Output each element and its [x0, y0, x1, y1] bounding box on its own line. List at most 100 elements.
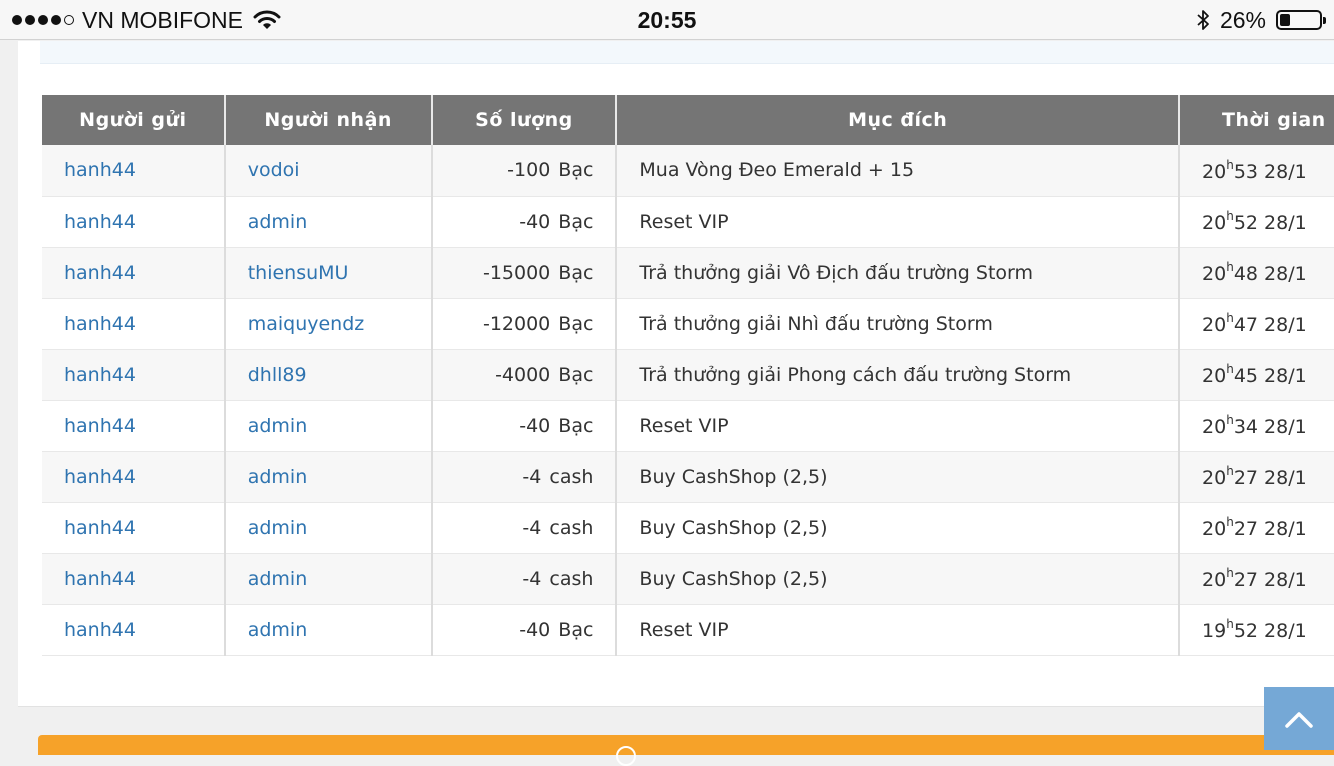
receiver-link[interactable]: admin [224, 553, 433, 605]
purpose-cell: Trả thưởng giải Phong cách đấu trường St… [616, 349, 1181, 401]
table-body: hanh44 vodoi -100 Bạc Mua Vòng Đeo Emeral… [42, 145, 1334, 656]
time-cell: 20h27 28/1 [1179, 502, 1334, 554]
purpose-cell: Mua Vòng Đeo Emerald + 15 [616, 145, 1181, 197]
amount-cell: -100 Bạc [431, 145, 618, 197]
time-cell: 20h45 28/1 [1179, 349, 1334, 401]
amount-unit: Bạc [558, 618, 594, 641]
column-header-receiver[interactable]: Người nhận [224, 95, 433, 145]
amount-cell: -40 Bạc [431, 400, 618, 452]
bluetooth-icon [1197, 10, 1209, 30]
receiver-link[interactable]: maiquyendz [224, 298, 433, 350]
purpose-cell: Reset VIP [616, 400, 1181, 452]
receiver-link[interactable]: admin [224, 604, 433, 656]
chevron-up-icon [1285, 711, 1313, 728]
info-strip [40, 41, 1334, 64]
amount-value: -12000 [482, 312, 551, 335]
purpose-cell: Buy CashShop (2,5) [616, 553, 1181, 605]
amount-unit: cash [549, 465, 594, 488]
sender-link[interactable]: hanh44 [42, 196, 226, 248]
status-right: 26% [1196, 0, 1326, 40]
circle-icon [616, 746, 636, 766]
purpose-cell: Buy CashShop (2,5) [616, 502, 1181, 554]
receiver-link[interactable]: admin [224, 502, 433, 554]
amount-unit: cash [549, 567, 594, 590]
purpose-cell: Reset VIP [616, 604, 1181, 656]
amount-cell: -4 cash [431, 451, 618, 503]
purpose-cell: Reset VIP [616, 196, 1181, 248]
amount-unit: Bạc [558, 363, 594, 386]
table-row: hanh44 admin -40 Bạc Reset VIP 20h52 28/1 [42, 196, 1334, 248]
receiver-link[interactable]: admin [224, 400, 433, 452]
time-cell: 20h53 28/1 [1179, 145, 1334, 197]
column-header-amount[interactable]: Số lượng [431, 95, 618, 145]
amount-unit: cash [549, 516, 594, 539]
amount-cell: -12000 Bạc [431, 298, 618, 350]
amount-cell: -4 cash [431, 502, 618, 554]
amount-unit: Bạc [558, 414, 594, 437]
sender-link[interactable]: hanh44 [42, 298, 226, 350]
amount-value: -4000 [495, 363, 551, 386]
time-cell: 19h52 28/1 [1179, 604, 1334, 656]
sender-link[interactable]: hanh44 [42, 502, 226, 554]
table-row: hanh44 admin -4 cash Buy CashShop (2,5) 2… [42, 502, 1334, 554]
amount-value: -4 [522, 465, 542, 488]
amount-cell: -40 Bạc [431, 604, 618, 656]
amount-unit: Bạc [558, 159, 594, 182]
status-time: 20:55 [637, 7, 697, 33]
amount-value: -40 [519, 414, 551, 437]
amount-value: -40 [519, 210, 551, 233]
sender-link[interactable]: hanh44 [42, 553, 226, 605]
amount-value: -4 [522, 567, 542, 590]
table-row: hanh44 admin -4 cash Buy CashShop (2,5) 2… [42, 553, 1334, 605]
table-row: hanh44 dhll89 -4000 Bạc Trả thưởng giải P… [42, 349, 1334, 401]
amount-value: -15000 [482, 261, 551, 284]
receiver-link[interactable]: dhll89 [224, 349, 433, 401]
amount-unit: Bạc [558, 210, 594, 233]
amount-value: -4 [522, 516, 542, 539]
purpose-cell: Trả thưởng giải Nhì đấu trường Storm [616, 298, 1181, 350]
sender-link[interactable]: hanh44 [42, 451, 226, 503]
purpose-cell: Buy CashShop (2,5) [616, 451, 1181, 503]
amount-cell: -40 Bạc [431, 196, 618, 248]
sender-link[interactable]: hanh44 [42, 400, 226, 452]
transaction-history-table: Người gửi Người nhận Số lượng Mục đích T… [42, 95, 1334, 656]
amount-cell: -4000 Bạc [431, 349, 618, 401]
purpose-cell: Trả thưởng giải Vô Địch đấu trường Storm [616, 247, 1181, 299]
table-row: hanh44 thiensuMU -15000 Bạc Trả thưởng gi… [42, 247, 1334, 299]
receiver-link[interactable]: admin [224, 196, 433, 248]
time-cell: 20h34 28/1 [1179, 400, 1334, 452]
sender-link[interactable]: hanh44 [42, 604, 226, 656]
scroll-to-top-button[interactable] [1264, 687, 1334, 750]
amount-value: -100 [507, 159, 551, 182]
time-cell: 20h27 28/1 [1179, 553, 1334, 605]
receiver-link[interactable]: vodoi [224, 145, 433, 197]
table-row: hanh44 admin -40 Bạc Reset VIP 19h52 28/1 [42, 604, 1334, 656]
sender-link[interactable]: hanh44 [42, 247, 226, 299]
table-row: hanh44 admin -40 Bạc Reset VIP 20h34 28/1 [42, 400, 1334, 452]
amount-cell: -15000 Bạc [431, 247, 618, 299]
sender-link[interactable]: hanh44 [42, 145, 226, 197]
column-header-time[interactable]: Thời gian [1179, 95, 1334, 145]
receiver-link[interactable]: thiensuMU [224, 247, 433, 299]
time-cell: 20h52 28/1 [1179, 196, 1334, 248]
amount-cell: -4 cash [431, 553, 618, 605]
battery-fill [1280, 14, 1290, 26]
table-header-row: Người gửi Người nhận Số lượng Mục đích T… [42, 95, 1334, 145]
amount-unit: Bạc [558, 312, 594, 335]
amount-value: -40 [519, 618, 551, 641]
time-cell: 20h48 28/1 [1179, 247, 1334, 299]
battery-icon [1276, 10, 1326, 30]
column-header-purpose[interactable]: Mục đích [616, 95, 1181, 145]
battery-percent: 26% [1219, 6, 1266, 33]
table-row: hanh44 admin -4 cash Buy CashShop (2,5) 2… [42, 451, 1334, 503]
column-header-sender[interactable]: Người gửi [42, 95, 226, 145]
bottom-action-bar[interactable] [38, 735, 1334, 766]
sender-link[interactable]: hanh44 [42, 349, 226, 401]
time-cell: 20h47 28/1 [1179, 298, 1334, 350]
time-cell: 20h27 28/1 [1179, 451, 1334, 503]
table-row: hanh44 vodoi -100 Bạc Mua Vòng Đeo Emeral… [42, 145, 1334, 197]
status-bar: VN MOBIFONE 20:55 26% [0, 0, 1334, 40]
receiver-link[interactable]: admin [224, 451, 433, 503]
amount-unit: Bạc [558, 261, 594, 284]
table-row: hanh44 maiquyendz -12000 Bạc Trả thưởng g… [42, 298, 1334, 350]
